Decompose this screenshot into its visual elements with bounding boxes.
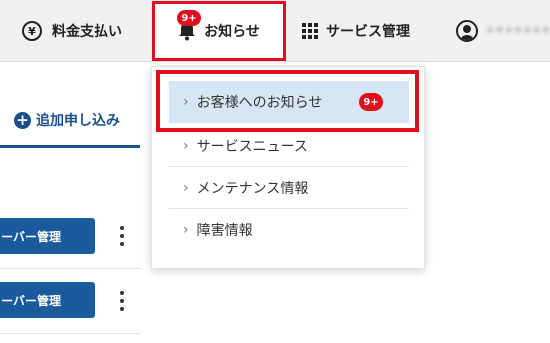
server-management-button[interactable]: ーバー管理 [0,218,95,254]
menu-item-label: サービスニュース [196,138,308,155]
chevron-right-icon: › [183,222,189,238]
kebab-icon[interactable] [115,224,129,248]
row-divider [0,333,140,334]
kebab-icon[interactable] [115,289,129,313]
menu-item-customer-notice[interactable]: › お客様へのお知らせ 9+ [169,81,409,123]
server-management-button[interactable]: ーバー管理 [0,282,95,318]
news-dropdown-menu: › お客様へのお知らせ 9+ › サービスニュース › メンテナンス情報 › 障… [151,66,425,269]
nav-service-management[interactable]: サービス管理 [302,0,410,62]
chevron-right-icon: › [183,137,189,154]
top-navigation-bar: ¥ 料金支払い 9+ お知らせ サービス管理 •••••••• [0,0,550,62]
menu-item-label: お客様へのお知らせ [196,95,323,111]
add-application-link[interactable]: + 追加申し込み [14,110,120,130]
row-divider [0,268,140,269]
chevron-right-icon: › [183,94,189,110]
grid-icon [302,23,318,39]
active-tab-underline [0,145,140,148]
nav-billing-label: 料金支払い [52,24,122,40]
nav-news[interactable]: 9+ お知らせ [152,1,286,61]
add-application-label: 追加申し込み [36,113,120,129]
server-management-label: ーバー管理 [1,293,61,308]
server-management-label: ーバー管理 [1,229,61,244]
yen-icon: ¥ [22,21,42,41]
nav-service-label: サービス管理 [326,24,410,40]
nav-billing[interactable]: ¥ 料金支払い [22,0,122,62]
account-name: •••••••• [486,23,550,39]
menu-item-label: 障害情報 [196,223,253,239]
nav-account[interactable]: •••••••• [456,0,550,62]
nav-news-label: お知らせ [204,24,260,40]
menu-item-label: メンテナンス情報 [196,180,309,197]
notification-badge: 9+ [359,93,383,111]
menu-item-outage[interactable]: › 障害情報 [169,209,409,251]
user-icon [456,20,478,42]
menu-item-service-news[interactable]: › サービスニュース [169,125,409,167]
plus-icon: + [14,111,31,129]
menu-item-maintenance[interactable]: › メンテナンス情報 [169,167,409,209]
news-notification-badge: 9+ [177,10,201,26]
chevron-right-icon: › [183,179,189,196]
